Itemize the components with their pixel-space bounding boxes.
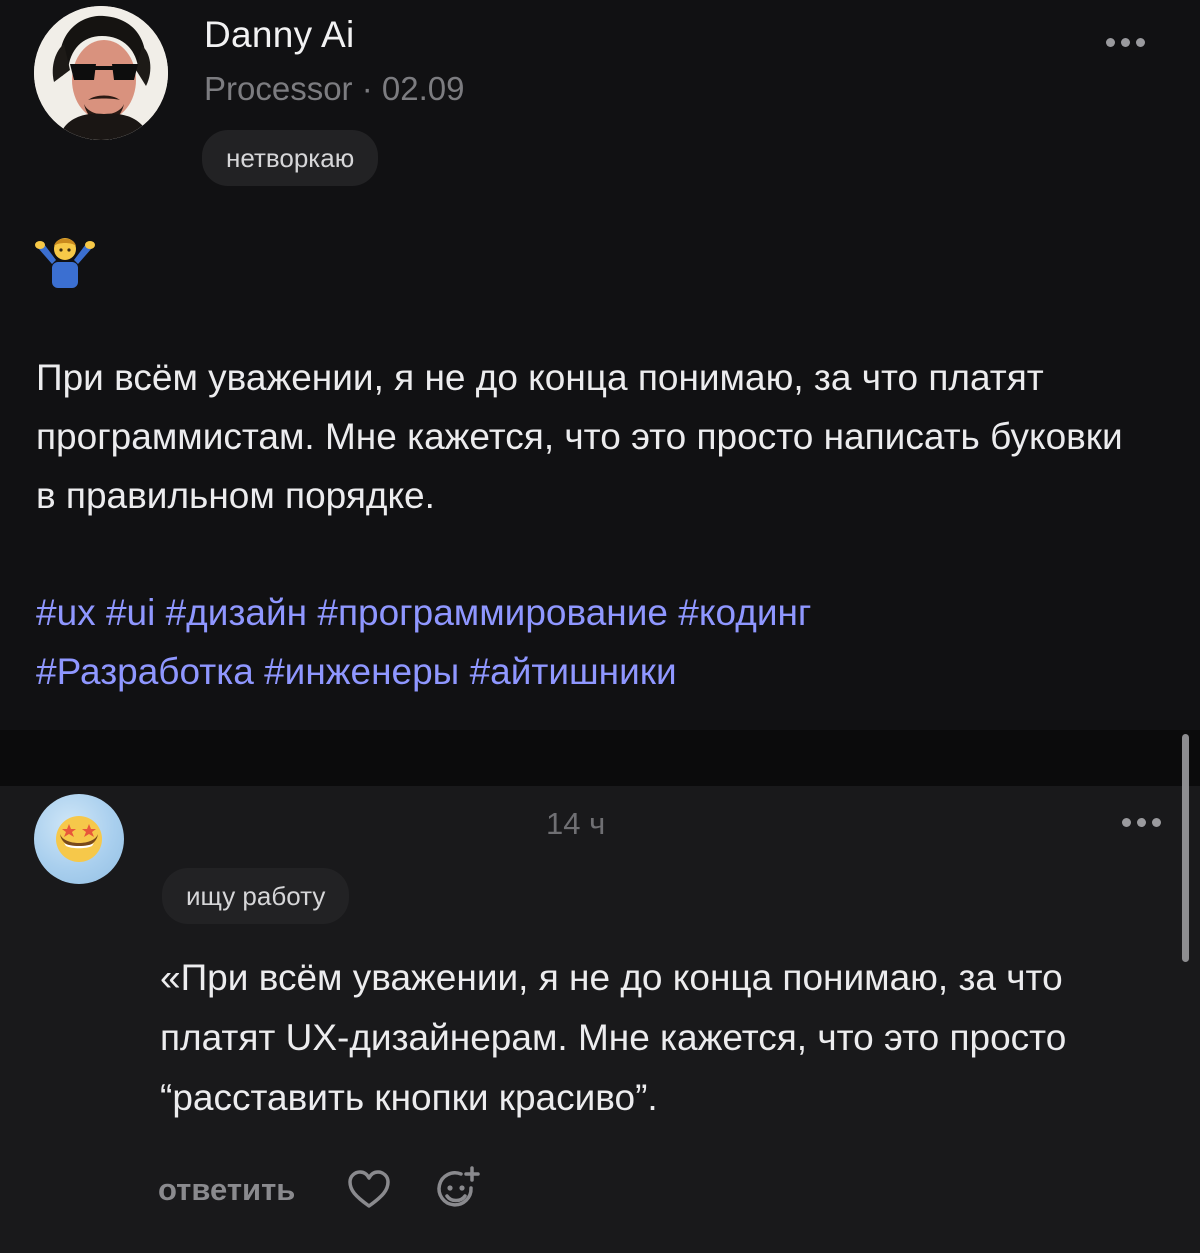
hashtag[interactable]: #Разработка xyxy=(36,651,254,692)
comment-more-icon[interactable] xyxy=(1122,818,1161,827)
comment-text: «При всём уважении, я не до конца понима… xyxy=(160,957,1067,1118)
comment-card: 14 ч ищу работу «При всём уважении, я не… xyxy=(0,786,1200,1253)
hashtag[interactable]: #дизайн xyxy=(166,592,307,633)
commenter-avatar[interactable] xyxy=(34,794,124,884)
dot xyxy=(1106,38,1115,47)
star-struck-emoji-icon xyxy=(56,816,102,862)
comment-actions: ответить xyxy=(158,1166,481,1214)
hashtag[interactable]: #ux xyxy=(36,592,96,633)
dot xyxy=(1137,818,1146,827)
post-card: Danny Ai Processor · 02.09 нетворкаю При… xyxy=(0,0,1200,730)
comment-time: 14 ч xyxy=(546,806,606,841)
shrug-emoji-icon xyxy=(35,238,95,288)
dot xyxy=(1122,818,1131,827)
hashtag[interactable]: #айтишники xyxy=(470,651,677,692)
hashtag[interactable]: #ui xyxy=(106,592,155,633)
author-avatar-image xyxy=(34,6,168,140)
heart-icon[interactable] xyxy=(345,1166,393,1214)
section-divider xyxy=(0,730,1200,786)
author-avatar[interactable] xyxy=(34,6,168,140)
add-reaction-icon[interactable] xyxy=(433,1166,481,1214)
dot xyxy=(1136,38,1145,47)
dot xyxy=(1121,38,1130,47)
hashtag[interactable]: #кодинг xyxy=(678,592,811,633)
scrollbar[interactable] xyxy=(1182,734,1189,962)
author-name[interactable]: Danny Ai xyxy=(204,14,355,56)
hashtag[interactable]: #программирование xyxy=(317,592,668,633)
author-meta: Processor · 02.09 xyxy=(204,70,465,107)
post-text: При всём уважении, я не до конца понимаю… xyxy=(36,357,1123,516)
hashtag-list: #ux #ui #дизайн #программирование #кодин… xyxy=(36,583,1146,701)
reply-button[interactable]: ответить xyxy=(158,1172,295,1208)
commenter-status-chip: ищу работу xyxy=(162,868,350,924)
post-more-icon[interactable] xyxy=(1106,38,1145,47)
hashtag[interactable]: #инженеры xyxy=(264,651,459,692)
dot xyxy=(1152,818,1161,827)
author-status-chip: нетворкаю xyxy=(202,130,379,186)
